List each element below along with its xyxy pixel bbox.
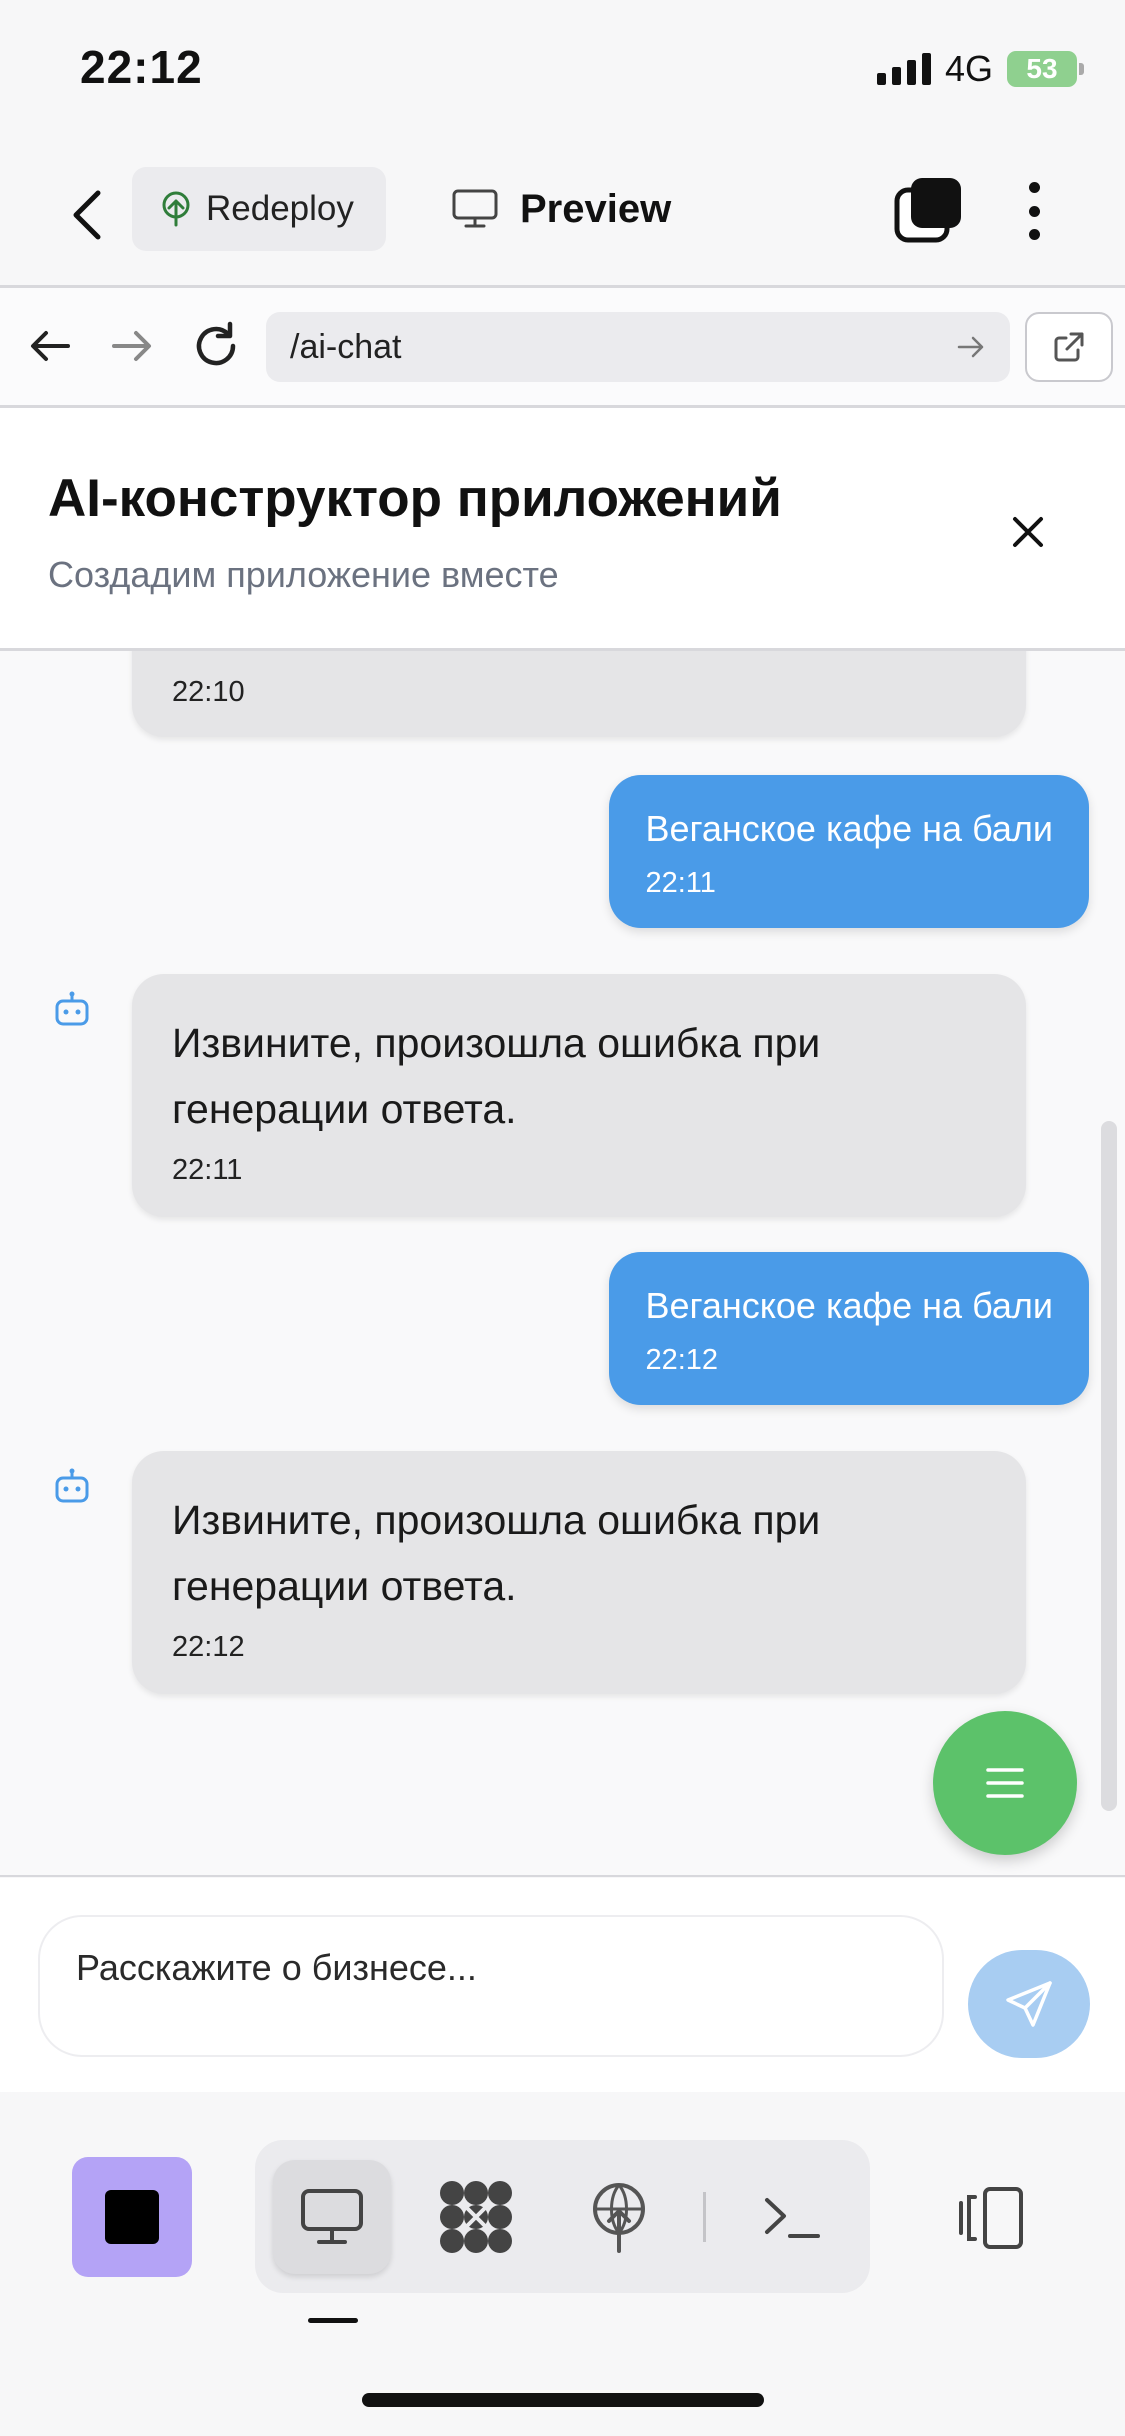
status-time: 22:12 (80, 41, 203, 93)
arrow-right-icon (112, 331, 151, 361)
chat-title: AI-конструктор приложений (48, 469, 782, 528)
monitor-icon (301, 2189, 363, 2244)
redeploy-button[interactable]: Redeploy (132, 167, 386, 251)
bottom-toolbar (0, 2095, 1125, 2436)
message-time: 22:12 (645, 1344, 719, 1376)
layout-toggle-button[interactable] (955, 2185, 1027, 2251)
chat-messages: 22:10 Веганское кафе на бали 22:11 Извин… (0, 651, 1125, 1876)
back-button[interactable] (60, 185, 120, 245)
chat-header: AI-конструктор приложений Создадим прило… (0, 408, 1125, 648)
send-button[interactable] (968, 1950, 1090, 2058)
active-tab-indicator (308, 2318, 358, 2323)
url-field[interactable]: /ai-chat (266, 312, 1010, 382)
terminal-tool-button[interactable] (733, 2160, 851, 2274)
message-time: 22:12 (172, 1631, 245, 1663)
monitor-icon (452, 189, 498, 228)
battery-level: 53 (1026, 53, 1058, 84)
close-chat-button[interactable] (1000, 504, 1056, 560)
status-indicators: 4G 53 (876, 48, 1084, 90)
stop-button[interactable] (72, 2157, 192, 2277)
stacked-windows-icon (894, 178, 961, 243)
reload-icon (196, 321, 236, 366)
integrations-tool-button[interactable] (417, 2160, 535, 2274)
message-input[interactable]: Расскажите о бизнесе... (38, 1915, 944, 2057)
user-message: Веганское кафе на бали 22:11 (609, 775, 1089, 928)
home-indicator[interactable] (362, 2393, 764, 2407)
send-icon (1006, 1981, 1052, 2027)
network-label: 4G (944, 48, 993, 89)
more-options-button[interactable] (1012, 176, 1056, 246)
assistant-message: 22:10 (132, 651, 1026, 737)
tools-separator (703, 2192, 706, 2242)
signal-icon (876, 53, 931, 85)
reload-button[interactable] (188, 318, 244, 374)
layout-toggle-icon (959, 2187, 1023, 2249)
browser-back-button[interactable] (22, 318, 78, 374)
menu-fab-button[interactable] (933, 1711, 1077, 1855)
composer-divider (0, 1875, 1125, 1877)
bot-icon (55, 1468, 89, 1503)
tree-deploy-icon (162, 191, 190, 227)
tools-group (255, 2140, 870, 2293)
url-text: /ai-chat (290, 327, 402, 366)
message-time: 22:11 (172, 1154, 243, 1186)
composer: Расскажите о бизнесе... (0, 1878, 1125, 2092)
message-text: Веганское кафе на бали (645, 808, 1053, 849)
external-link-icon (1054, 332, 1084, 362)
open-external-button[interactable] (1025, 312, 1113, 382)
preview-button[interactable]: Preview (452, 176, 671, 242)
windows-button[interactable] (893, 176, 963, 246)
arrow-left-icon (31, 331, 70, 361)
vertical-dots-icon (1028, 182, 1040, 193)
battery-icon: 53 (1007, 51, 1084, 87)
chat-subtitle: Создадим приложение вместе (48, 554, 559, 595)
menu-icon (986, 1768, 1024, 1798)
redeploy-label: Redeploy (206, 189, 354, 228)
user-message: Веганское кафе на бали 22:12 (609, 1252, 1089, 1405)
go-arrow-icon[interactable] (954, 330, 988, 364)
assistant-message: Извините, произошла ошибка при генерации… (132, 1451, 1026, 1694)
message-text: Извините, произошла ошибка при генерации… (172, 1020, 821, 1132)
preview-label: Preview (520, 186, 672, 231)
close-icon (1013, 517, 1043, 547)
stop-icon (105, 2190, 159, 2244)
chevron-left-icon (73, 190, 101, 240)
message-text: Веганское кафе на бали (645, 1285, 1053, 1326)
chat-scrollbar[interactable] (1101, 1121, 1117, 1811)
browser-bar: /ai-chat (0, 288, 1125, 405)
preview-tool-button[interactable] (273, 2160, 391, 2274)
assistant-message: Извините, произошла ошибка при генерации… (132, 974, 1026, 1217)
integrations-icon (440, 2181, 512, 2253)
browser-forward-button[interactable] (104, 318, 160, 374)
message-time: 22:10 (172, 676, 245, 708)
deploy-icon (593, 2183, 645, 2253)
terminal-icon (765, 2198, 820, 2238)
deploy-tool-button[interactable] (560, 2160, 678, 2274)
bot-icon (55, 991, 89, 1026)
app-toolbar: Redeploy Preview (0, 150, 1125, 285)
message-time: 22:11 (645, 867, 716, 899)
message-text: Извините, произошла ошибка при генерации… (172, 1497, 821, 1609)
